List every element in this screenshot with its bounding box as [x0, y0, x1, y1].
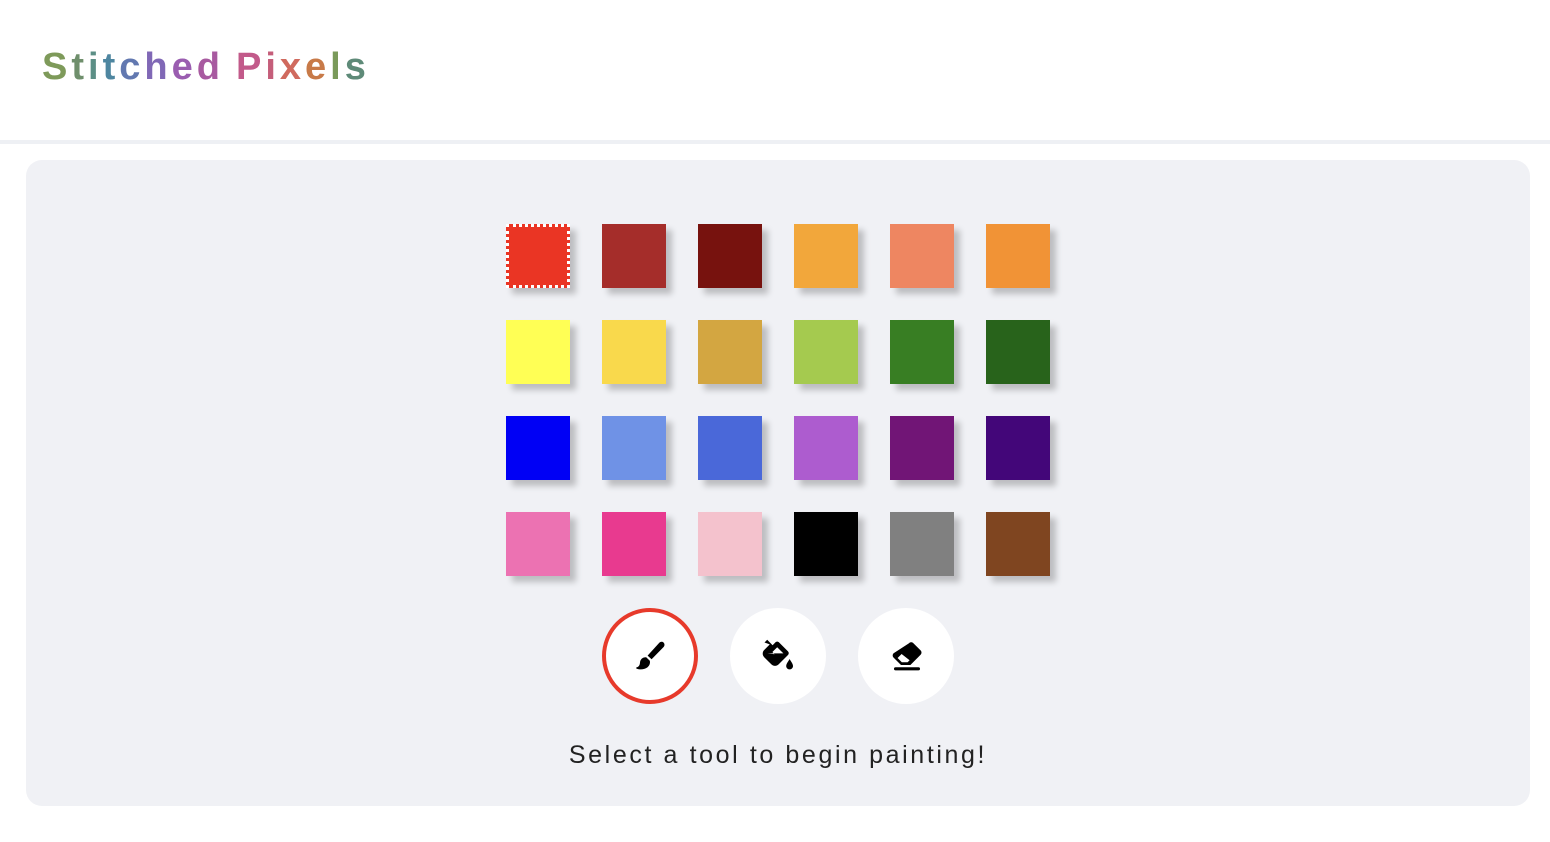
color-swatch[interactable]: [698, 320, 762, 384]
color-swatch[interactable]: [890, 224, 954, 288]
color-swatch[interactable]: [794, 224, 858, 288]
eraser-tool-button[interactable]: [858, 608, 954, 704]
color-swatch[interactable]: [794, 416, 858, 480]
color-swatch[interactable]: [890, 320, 954, 384]
app-header: Stitched Pixels: [0, 0, 1550, 144]
color-swatch[interactable]: [794, 320, 858, 384]
color-swatch[interactable]: [506, 320, 570, 384]
app-title: Stitched Pixels: [42, 46, 370, 88]
color-swatch[interactable]: [794, 512, 858, 576]
color-swatch[interactable]: [986, 320, 1050, 384]
status-message: Select a tool to begin painting!: [568, 741, 988, 769]
paintbrush-icon: [636, 641, 665, 670]
color-swatch[interactable]: [698, 512, 762, 576]
color-palette: [506, 224, 1050, 576]
color-swatch[interactable]: [506, 416, 570, 480]
color-swatch[interactable]: [890, 416, 954, 480]
tool-bar: [602, 608, 954, 704]
color-swatch[interactable]: [986, 512, 1050, 576]
color-swatch[interactable]: [986, 224, 1050, 288]
paint-bucket-icon: [762, 639, 793, 670]
color-swatch[interactable]: [506, 512, 570, 576]
color-swatch[interactable]: [602, 224, 666, 288]
color-swatch[interactable]: [506, 224, 570, 288]
color-swatch[interactable]: [890, 512, 954, 576]
color-swatch[interactable]: [602, 320, 666, 384]
eraser-icon: [892, 642, 922, 671]
color-swatch[interactable]: [986, 416, 1050, 480]
fill-tool-button[interactable]: [730, 608, 826, 704]
brush-tool-button[interactable]: [602, 608, 698, 704]
color-swatch[interactable]: [698, 224, 762, 288]
color-swatch[interactable]: [698, 416, 762, 480]
color-swatch[interactable]: [602, 416, 666, 480]
paint-panel: Select a tool to begin painting!: [26, 160, 1530, 806]
color-swatch[interactable]: [602, 512, 666, 576]
